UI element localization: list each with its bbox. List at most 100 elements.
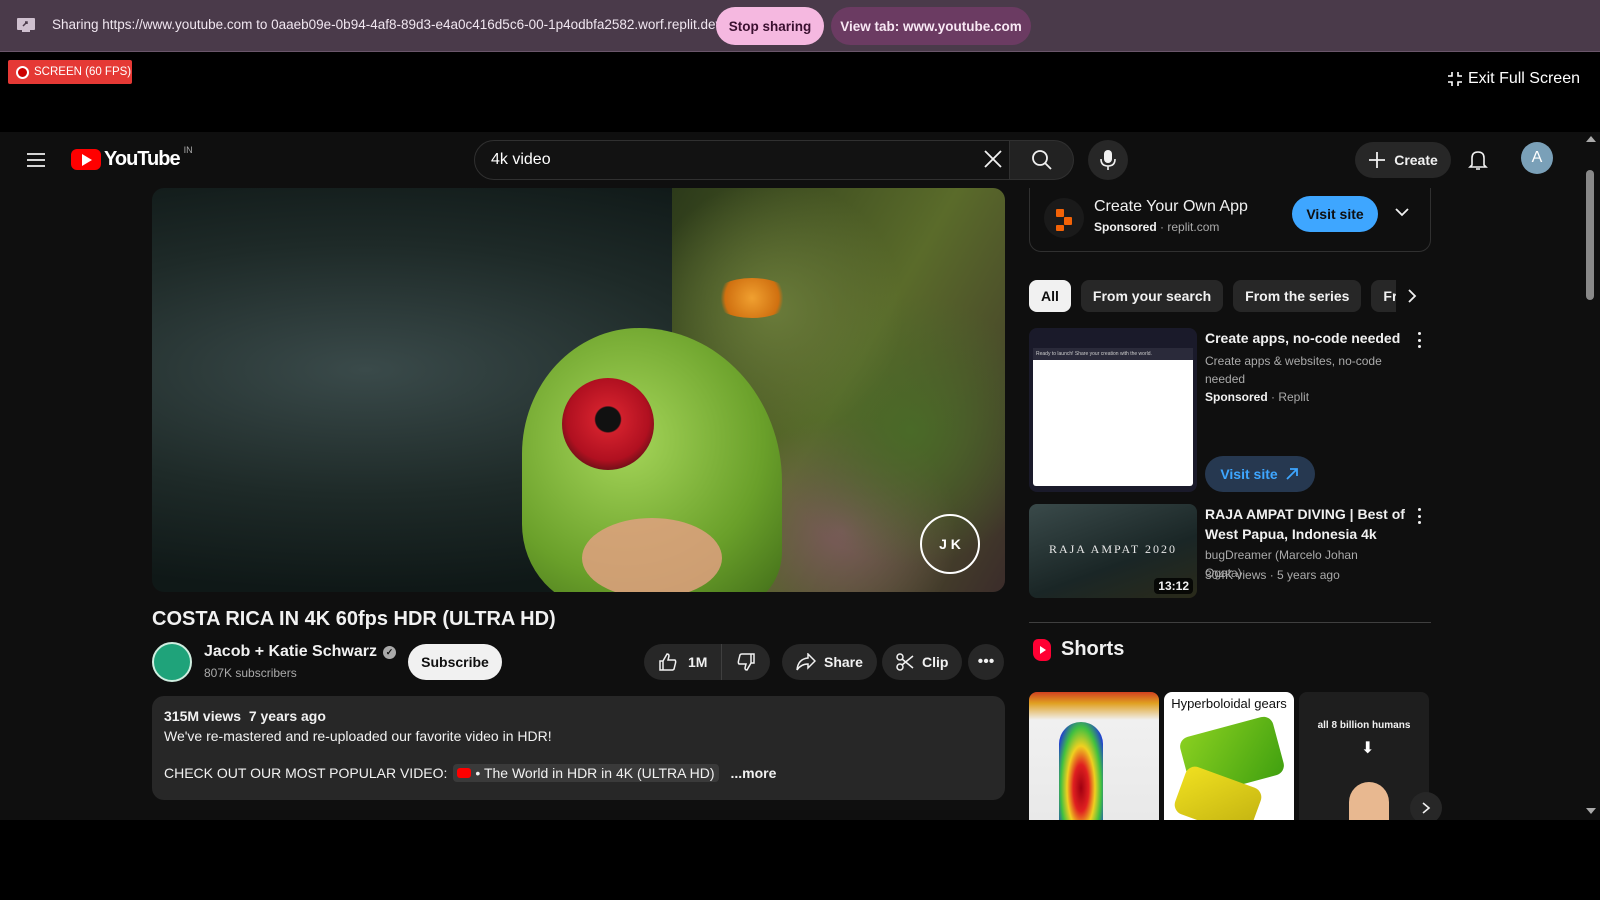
scroll-thumb[interactable]	[1586, 170, 1594, 300]
recommendation-subtitle: Create apps & websites, no-code needed	[1205, 354, 1382, 386]
plus-icon	[1369, 152, 1386, 168]
sponsored-thumbnail[interactable]: Ready to launch! Share your creation wit…	[1029, 328, 1197, 492]
youtube-page: YouTube IN Create	[0, 132, 1600, 820]
screen-recording-badge: SCREEN (60 FPS)	[8, 60, 132, 84]
recommendation-stats: 304K views · 5 years ago	[1205, 568, 1340, 582]
search-box	[474, 140, 1010, 180]
exit-full-screen-label: Exit Full Screen	[1467, 70, 1580, 87]
voice-search-button[interactable]	[1088, 140, 1128, 180]
like-button[interactable]: 1M	[644, 644, 723, 680]
short-title: all 8 billion humans	[1317, 720, 1411, 731]
account-avatar[interactable]: A	[1521, 142, 1553, 174]
create-label: Create	[1394, 152, 1438, 168]
shorts-heading: Shorts	[1033, 638, 1124, 661]
notifications-bell-icon[interactable]	[1466, 148, 1490, 172]
subscribe-button[interactable]: Subscribe	[408, 644, 502, 680]
microphone-icon	[1100, 150, 1116, 170]
channel-avatar[interactable]	[152, 642, 192, 682]
video-thumbnail[interactable]: RAJA AMPAT 2020 13:12	[1029, 504, 1197, 598]
youtube-mini-icon	[457, 768, 472, 778]
show-more-link[interactable]: ...more	[731, 765, 777, 781]
thumbnail-caption: Ready to launch! Share your creation wit…	[1033, 348, 1193, 360]
channel-name-link[interactable]: Jacob + Katie Schwarz ✓	[204, 643, 396, 661]
like-dislike-group: 1M	[644, 644, 770, 680]
youtube-logo[interactable]: YouTube IN	[71, 144, 193, 171]
screen-share-icon	[17, 18, 35, 32]
video-frame-frog-lip	[582, 518, 722, 592]
recommendation-meta: Sponsored · Replit	[1205, 390, 1310, 404]
more-options-icon[interactable]	[1411, 330, 1427, 350]
shorts-logo-icon	[1033, 638, 1051, 661]
create-button[interactable]: Create	[1355, 142, 1451, 178]
channel-name: Jacob + Katie Schwarz	[204, 643, 377, 660]
linked-video-chip[interactable]: • The World in HDR in 4K (ULTRA HD)	[453, 764, 719, 782]
thumbnail-app-mockup	[1033, 348, 1193, 486]
share-label: Share	[824, 654, 863, 670]
clip-button[interactable]: Clip	[882, 644, 963, 680]
video-title: COSTA RICA IN 4K 60fps HDR (ULTRA HD)	[152, 608, 556, 630]
thumbs-down-icon	[737, 653, 755, 671]
description-link-line: CHECK OUT OUR MOST POPULAR VIDEO: • The …	[164, 764, 993, 782]
short-thumbnail[interactable]: all 8 billion humans ⬇	[1299, 692, 1429, 820]
more-actions-button[interactable]: •••	[968, 644, 1004, 680]
description-stats: 315M views 7 years ago	[164, 708, 993, 724]
youtube-play-icon	[71, 149, 101, 170]
description-line: We've re-mastered and re-uploaded our fa…	[164, 728, 552, 744]
video-player[interactable]: J K	[152, 188, 1005, 592]
chip-from-the-series[interactable]: From the series	[1233, 280, 1362, 312]
thumbs-up-icon	[659, 653, 677, 671]
shorts-next-button[interactable]	[1410, 792, 1442, 820]
stop-sharing-button[interactable]: Stop sharing	[716, 7, 824, 45]
chips-next-button[interactable]	[1396, 280, 1428, 312]
youtube-wordmark: YouTube	[104, 148, 181, 170]
more-horizontal-icon: •••	[977, 653, 995, 670]
shorts-title: Shorts	[1061, 638, 1125, 660]
recommendation-title: RAJA AMPAT DIVING | Best of West Papua, …	[1205, 506, 1405, 542]
chip-all[interactable]: All	[1029, 280, 1071, 312]
hamburger-menu-icon[interactable]	[24, 148, 48, 172]
like-count: 1M	[688, 654, 708, 670]
exit-full-screen-button[interactable]: Exit Full Screen	[1447, 70, 1580, 88]
chevron-down-icon[interactable]	[1392, 202, 1412, 222]
youtube-header: YouTube IN Create	[0, 132, 1580, 188]
short-hand-graphic	[1349, 782, 1389, 820]
video-description[interactable]: 315M views 7 years ago We've re-mastered…	[152, 696, 1005, 800]
share-button[interactable]: Share	[782, 644, 877, 680]
upload-age: 7 years ago	[248, 708, 326, 724]
chevron-right-icon	[1422, 802, 1431, 814]
sharing-status-text: Sharing https://www.youtube.com to 0aaeb…	[52, 17, 723, 32]
clip-label: Clip	[922, 654, 949, 670]
sponsored-recommendation[interactable]: Ready to launch! Share your creation wit…	[1029, 328, 1431, 498]
linked-video-title: • The World in HDR in 4K (ULTRA HD)	[475, 765, 715, 781]
scroll-down-arrow-icon[interactable]	[1586, 808, 1596, 814]
thumbnail-text: RAJA AMPAT 2020	[1048, 542, 1178, 556]
view-tab-button[interactable]: View tab: www.youtube.com	[831, 7, 1031, 45]
more-options-icon[interactable]	[1411, 506, 1427, 526]
visit-site-button-secondary[interactable]: Visit site	[1205, 456, 1315, 492]
recording-label: SCREEN (60 FPS)	[34, 66, 132, 78]
recommendation-item[interactable]: RAJA AMPAT 2020 13:12 RAJA AMPAT DIVING …	[1029, 504, 1431, 600]
search-icon	[1031, 150, 1052, 170]
recommendation-views: 304K views	[1205, 568, 1267, 582]
search-button[interactable]	[1010, 140, 1074, 180]
sponsored-ad-card[interactable]: Create Your Own App Sponsored · replit.c…	[1029, 188, 1431, 252]
short-thumbnail[interactable]	[1029, 692, 1159, 820]
short-thumbnail[interactable]: Hyperboloidal gears	[1164, 692, 1294, 820]
subscriber-count: 807K subscribers	[204, 666, 297, 680]
ad-meta: Sponsored · replit.com	[1094, 220, 1220, 234]
recommendation-age: 5 years ago	[1277, 568, 1340, 582]
replit-logo	[1044, 198, 1084, 238]
clear-search-icon[interactable]	[982, 148, 1004, 170]
page-scrollbar[interactable]	[1580, 132, 1600, 820]
chip-from-your-search[interactable]: From your search	[1080, 280, 1224, 312]
visit-site-button[interactable]: Visit site	[1292, 196, 1378, 232]
country-code: IN	[183, 144, 193, 155]
chevron-right-icon	[1408, 289, 1417, 303]
search-input[interactable]	[491, 141, 951, 179]
video-duration: 13:12	[1154, 578, 1193, 594]
related-filter-chips: All From your search From the series Fro	[1029, 280, 1431, 312]
scroll-up-arrow-icon[interactable]	[1586, 136, 1596, 142]
record-icon	[16, 65, 29, 79]
dislike-button[interactable]	[722, 644, 770, 680]
channel-watermark[interactable]: J K	[920, 514, 980, 574]
